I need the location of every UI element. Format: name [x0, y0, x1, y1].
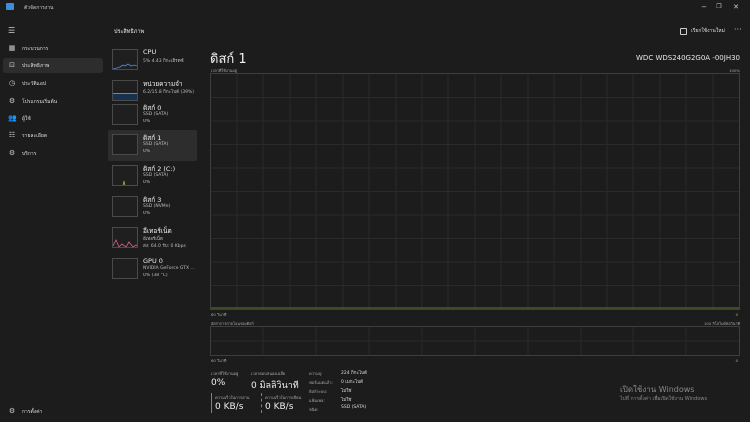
write-speed-label: ความเร็วในการเขียน [265, 395, 302, 400]
window-title: ตัวจัดการงาน [24, 5, 54, 11]
type-key: ชนิด: [309, 407, 319, 412]
transfer-rate-chart [210, 326, 740, 356]
device-value: ส่ง: 64.0 รับ: 0 Kbps [143, 244, 186, 249]
run-new-task-button[interactable]: เรียกใช้งานใหม่ [680, 26, 725, 36]
nav-item-label: กระบวนการ [22, 46, 49, 52]
chart1-time-right: 0 [735, 312, 738, 317]
title-bar: ตัวจัดการงาน − ❐ ✕ [0, 0, 750, 14]
active-time-grid [211, 74, 739, 309]
services-icon: ⚙ [8, 149, 16, 157]
device-gpu-0[interactable]: GPU 0 NVIDIA GeForce GTX ... 0% (38 °C) [108, 254, 197, 285]
device-name: GPU 0 [143, 257, 163, 265]
task-manager-icon [6, 3, 14, 10]
nav-item-label: รายละเอียด [22, 133, 48, 139]
left-nav: ☰ ▦ กระบวนการ ⊡ ประสิทธิภาพ ◷ ประวัติแอป… [0, 14, 106, 422]
memory-thumbnail [112, 80, 138, 101]
nav-item-label: ประวัติแอป [22, 81, 46, 87]
activation-watermark-subtitle: ไปที่ การตั้งค่า เพื่อเปิดใช้งาน Windows [620, 396, 708, 402]
disk-title: ดิสก์ 1 [210, 52, 247, 67]
ethernet-thumbnail [112, 227, 138, 248]
close-button[interactable]: ✕ [730, 2, 742, 12]
read-speed-value: 0 KB/s [215, 402, 244, 412]
nav-item-label: ผู้ใช้ [22, 116, 31, 122]
disk-3-thumbnail [112, 196, 138, 217]
device-disk-2[interactable]: ดิสก์ 2 (C:) SSD (SATA) 0% [108, 161, 197, 192]
device-sub: 6.2/15.8 กิกะไบต์ (39%) [143, 90, 194, 95]
device-cpu[interactable]: CPU 5% 4.43 กิกะเฮิรตซ์ [108, 45, 197, 76]
page-file-value: ไม่ใช่ [341, 398, 352, 403]
more-options-icon[interactable]: ··· [734, 26, 742, 34]
users-icon: 👥 [8, 114, 17, 122]
startup-icon: ⚙ [8, 97, 16, 105]
disk-model: WDC WDS240G2G0A -00JH30 [636, 54, 740, 62]
formatted-value: 0 เมกะไบต์ [341, 380, 363, 385]
chart1-time-left: 60 วินาที [211, 312, 227, 317]
write-speed-box: ความเร็วในการเขียน 0 KB/s [261, 393, 305, 413]
run-task-icon [680, 27, 687, 35]
chart2-time-right: 0 [735, 358, 738, 363]
active-time-label: เวลาที่ใช้งานอยู่ [211, 371, 239, 376]
nav-item-startup[interactable]: ⚙ โปรแกรมเริ่มต้น [3, 94, 103, 109]
type-value: SSD (SATA) [341, 405, 367, 410]
device-name: CPU [143, 48, 157, 56]
chart2-time-left: 60 วินาที [211, 358, 227, 363]
read-speed-label: ความเร็วในการอ่าน [215, 395, 250, 400]
system-disk-value: ไม่ใช่ [341, 389, 352, 394]
nav-item-label: การตั้งค่า [22, 409, 43, 415]
nav-item-performance[interactable]: ⊡ ประสิทธิภาพ [3, 58, 103, 73]
write-speed-value: 0 KB/s [265, 402, 294, 412]
device-value: 0% [143, 149, 151, 154]
capacity-key: ความจุ: [309, 371, 323, 376]
maximize-button[interactable]: ❐ [713, 2, 725, 12]
device-value: 0% [143, 180, 151, 185]
disk-2-thumbnail [112, 165, 138, 186]
nav-item-app-history[interactable]: ◷ ประวัติแอป [3, 76, 103, 91]
nav-item-details[interactable]: ☷ รายละเอียด [3, 128, 103, 143]
nav-item-label: โปรแกรมเริ่มต้น [22, 99, 58, 105]
page-title: ประสิทธิภาพ [114, 29, 145, 35]
grid-icon: ▦ [8, 44, 16, 52]
active-time-chart [210, 73, 740, 310]
page-file-key: แฟ้มเพจ: [309, 398, 325, 403]
performance-icon: ⊡ [9, 61, 15, 69]
device-value: 0% [143, 211, 151, 216]
nav-item-label: ประสิทธิภาพ [22, 63, 50, 69]
device-sub: SSD (SATA) [143, 173, 169, 178]
device-disk-3[interactable]: ดิสก์ 3 SSD (NVMe) 0% [108, 192, 197, 223]
active-time-value: 0% [211, 378, 226, 388]
nav-item-services[interactable]: ⚙ บริการ [3, 146, 103, 161]
history-icon: ◷ [8, 79, 16, 87]
response-time-value: 0 มิลลิวินาที [251, 381, 299, 391]
disk-0-thumbnail [112, 104, 138, 125]
nav-item-users[interactable]: 👥 ผู้ใช้ [3, 111, 103, 126]
formatted-key: ฟอร์แมตแล้ว: [309, 380, 333, 385]
system-disk-key: ดิสก์ระบบ: [309, 389, 328, 394]
device-sub: NVIDIA GeForce GTX ... [143, 266, 195, 271]
nav-item-settings[interactable]: ⚙ การตั้งค่า [3, 404, 103, 419]
device-value: 0% (38 °C) [143, 273, 168, 278]
device-disk-1[interactable]: ดิสก์ 1 SSD (SATA) 0% [108, 130, 197, 161]
gear-icon: ⚙ [8, 407, 16, 415]
device-value: 0% [143, 119, 151, 124]
run-task-label: เรียกใช้งานใหม่ [691, 28, 725, 34]
device-sub: อีเทอร์เน็ต [143, 237, 163, 242]
hamburger-menu-icon[interactable]: ☰ [8, 27, 16, 35]
disk-1-thumbnail [112, 134, 138, 155]
cpu-thumbnail [112, 49, 138, 70]
device-sub: SSD (SATA) [143, 112, 169, 117]
device-sub: SSD (SATA) [143, 142, 169, 147]
capacity-value: 224 กิกะไบต์ [341, 371, 367, 376]
response-time-label: เวลาตอบสนองเฉลี่ย [251, 371, 286, 376]
device-sub: 5% 4.43 กิกะเฮิรตซ์ [143, 59, 184, 64]
nav-item-processes[interactable]: ▦ กระบวนการ [3, 41, 103, 56]
transfer-rate-grid [211, 327, 739, 355]
device-sub: SSD (NVMe) [143, 204, 171, 209]
gpu-thumbnail [112, 258, 138, 279]
device-disk-0[interactable]: ดิสก์ 0 SSD (SATA) 0% [108, 100, 197, 131]
device-ethernet[interactable]: อีเทอร์เน็ต อีเทอร์เน็ต ส่ง: 64.0 รับ: 0… [108, 223, 197, 254]
minimize-button[interactable]: − [698, 2, 710, 12]
nav-item-label: บริการ [22, 151, 37, 157]
read-speed-box: ความเร็วในการอ่าน 0 KB/s [211, 393, 255, 413]
details-icon: ☷ [8, 131, 16, 139]
